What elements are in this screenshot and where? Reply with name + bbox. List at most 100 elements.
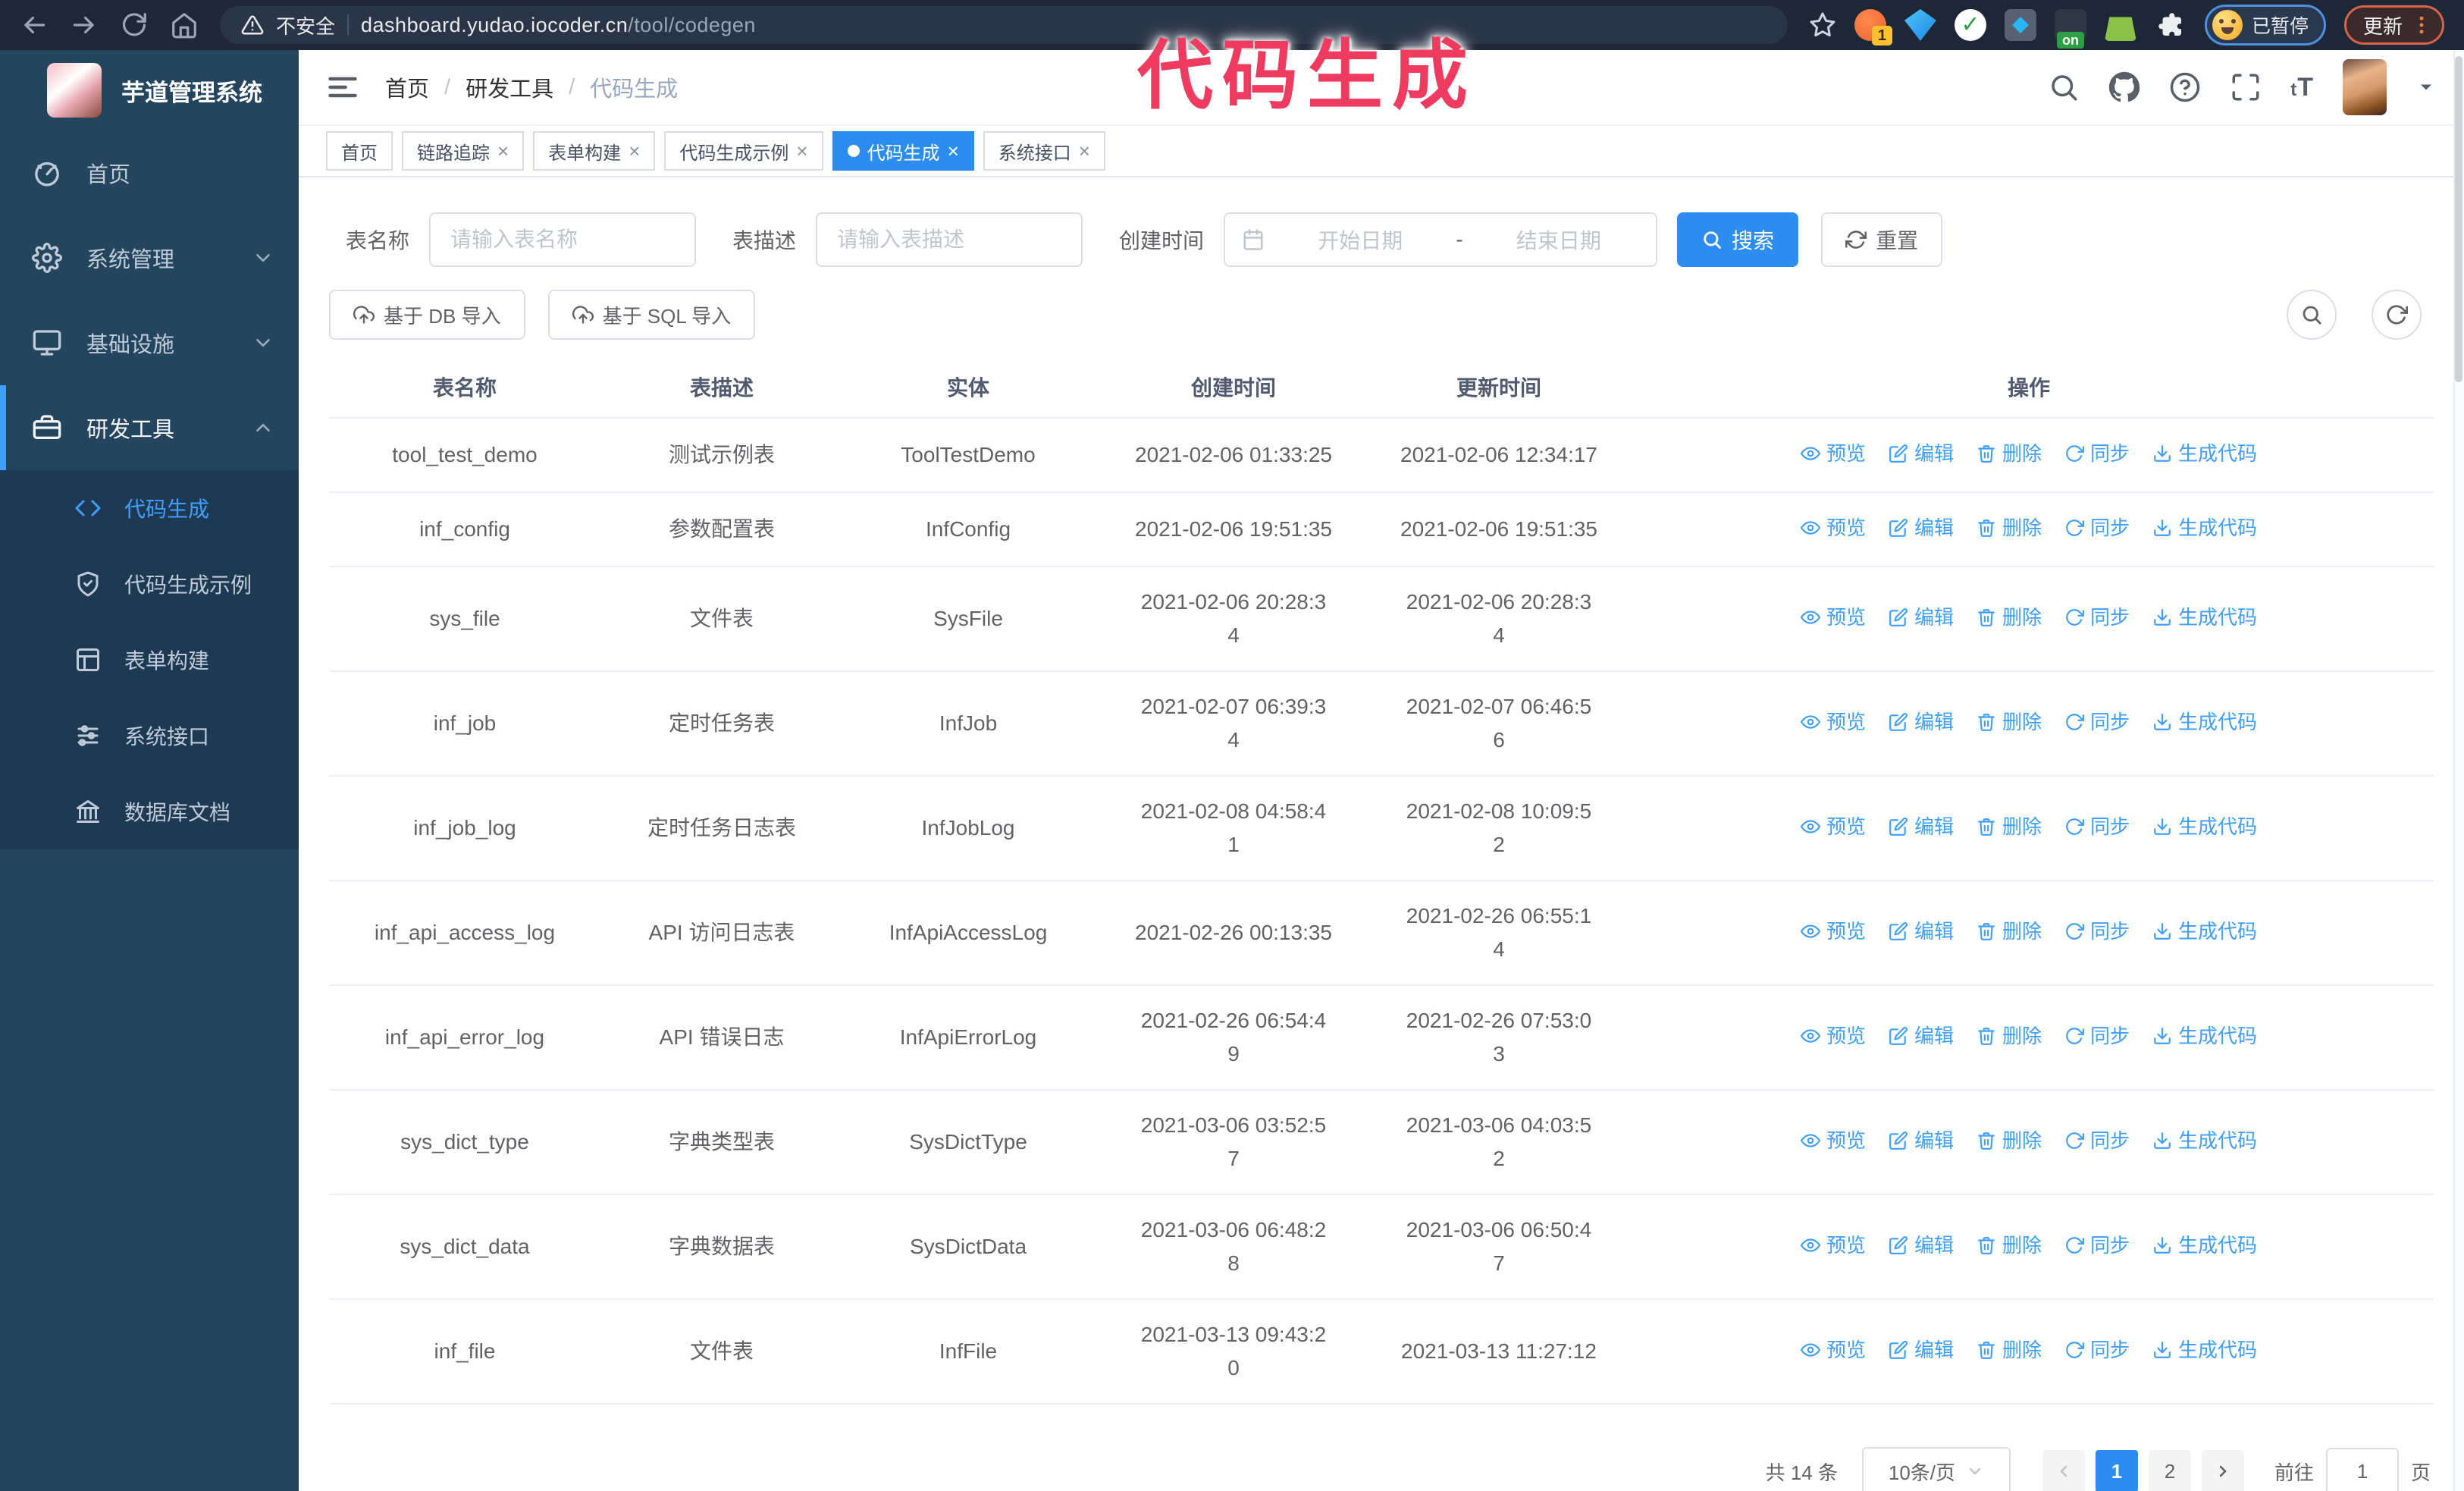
tag-view-2[interactable]: 链路追踪 ×	[402, 131, 525, 171]
tag-view-5[interactable]: 代码生成 ×	[832, 131, 974, 171]
action-sync-link[interactable]: 同步	[2064, 810, 2130, 843]
forward-icon[interactable]	[70, 11, 99, 39]
action-eye-link[interactable]: 预览	[1800, 601, 1866, 634]
action-delete-link[interactable]: 删除	[1977, 511, 2042, 545]
action-sync-link[interactable]: 同步	[2064, 705, 2130, 739]
page-number-1[interactable]: 1	[2095, 1450, 2138, 1491]
action-edit-link[interactable]: 编辑	[1889, 1019, 1954, 1053]
extension-icon-gem[interactable]	[1904, 9, 1936, 41]
import-db-button[interactable]: 基于 DB 导入	[329, 290, 525, 340]
home-icon[interactable]	[170, 11, 199, 39]
action-sync-link[interactable]: 同步	[2064, 1229, 2130, 1262]
action-edit-link[interactable]: 编辑	[1889, 1124, 1954, 1157]
action-eye-link[interactable]: 预览	[1800, 1333, 1866, 1367]
search-button[interactable]: 搜索	[1677, 212, 1799, 267]
action-eye-link[interactable]: 预览	[1800, 705, 1866, 739]
action-sync-link[interactable]: 同步	[2064, 1019, 2130, 1053]
table-desc-input[interactable]	[816, 212, 1083, 267]
user-avatar[interactable]	[2343, 59, 2387, 115]
sidebar-subitem-1[interactable]: 代码生成	[0, 470, 299, 546]
action-delete-link[interactable]: 删除	[1977, 915, 2042, 948]
security-warning[interactable]: 不安全	[276, 11, 335, 39]
action-edit-link[interactable]: 编辑	[1889, 810, 1954, 843]
action-generate-link[interactable]: 生成代码	[2152, 915, 2257, 948]
extension-icon-android[interactable]	[2104, 17, 2136, 41]
breadcrumb-item[interactable]: 首页	[385, 71, 429, 103]
browser-update-button[interactable]: 更新	[2343, 5, 2444, 45]
start-date-placeholder[interactable]: 开始日期	[1280, 224, 1440, 255]
action-delete-link[interactable]: 删除	[1977, 1124, 2042, 1157]
action-delete-link[interactable]: 删除	[1977, 437, 2042, 470]
goto-page-input[interactable]	[2325, 1448, 2399, 1491]
breadcrumb-item[interactable]: 研发工具	[466, 71, 553, 103]
action-edit-link[interactable]: 编辑	[1889, 601, 1954, 634]
sidebar-subitem-5[interactable]: 数据库文档	[0, 774, 299, 849]
action-delete-link[interactable]: 删除	[1977, 705, 2042, 739]
sidebar-item-3[interactable]: 基础设施	[0, 300, 299, 385]
toggle-search-button[interactable]	[2287, 290, 2337, 340]
action-eye-link[interactable]: 预览	[1800, 810, 1866, 843]
tag-view-3[interactable]: 表单构建 ×	[533, 131, 656, 171]
action-generate-link[interactable]: 生成代码	[2152, 1229, 2257, 1262]
action-eye-link[interactable]: 预览	[1800, 511, 1866, 545]
extension-icon-grid[interactable]	[2004, 9, 2036, 41]
reload-icon[interactable]	[120, 11, 149, 39]
reset-button[interactable]: 重置	[1821, 212, 1943, 267]
action-delete-link[interactable]: 删除	[1977, 1333, 2042, 1367]
sidebar-item-4[interactable]: 研发工具	[0, 385, 299, 470]
page-size-select[interactable]: 10条/页	[1861, 1447, 2011, 1491]
action-delete-link[interactable]: 删除	[1977, 810, 2042, 843]
close-icon[interactable]: ×	[796, 141, 807, 161]
action-generate-link[interactable]: 生成代码	[2152, 1124, 2257, 1157]
action-edit-link[interactable]: 编辑	[1889, 1333, 1954, 1367]
action-eye-link[interactable]: 预览	[1800, 1019, 1866, 1053]
action-generate-link[interactable]: 生成代码	[2152, 437, 2257, 470]
action-sync-link[interactable]: 同步	[2064, 1124, 2130, 1157]
tag-view-6[interactable]: 系统接口 ×	[983, 131, 1105, 171]
help-icon[interactable]	[2169, 71, 2201, 103]
font-size-icon[interactable]: tT	[2290, 73, 2314, 102]
back-icon[interactable]	[20, 11, 49, 39]
action-eye-link[interactable]: 预览	[1800, 1229, 1866, 1262]
tag-view-1[interactable]: 首页	[326, 131, 393, 171]
next-page-button[interactable]	[2201, 1450, 2244, 1491]
extensions-puzzle-icon[interactable]	[2155, 9, 2187, 41]
sidebar-subitem-4[interactable]: 系统接口	[0, 698, 299, 774]
browser-menu-dots-icon[interactable]	[2410, 14, 2433, 36]
action-edit-link[interactable]: 编辑	[1889, 437, 1954, 470]
sidebar-item-2[interactable]: 系统管理	[0, 215, 299, 300]
action-generate-link[interactable]: 生成代码	[2152, 705, 2257, 739]
action-sync-link[interactable]: 同步	[2064, 437, 2130, 470]
sidebar-subitem-3[interactable]: 表单构建	[0, 622, 299, 698]
action-generate-link[interactable]: 生成代码	[2152, 601, 2257, 634]
extension-icon-onoff[interactable]: on	[2054, 9, 2086, 49]
prev-page-button[interactable]	[2042, 1450, 2085, 1491]
action-generate-link[interactable]: 生成代码	[2152, 1333, 2257, 1367]
sidebar-item-1[interactable]: 首页	[0, 130, 299, 215]
bookmark-star-icon[interactable]	[1809, 11, 1836, 39]
action-eye-link[interactable]: 预览	[1800, 1124, 1866, 1157]
action-generate-link[interactable]: 生成代码	[2152, 1019, 2257, 1053]
action-generate-link[interactable]: 生成代码	[2152, 810, 2257, 843]
page-number-2[interactable]: 2	[2148, 1450, 2191, 1491]
extension-icon-orange[interactable]: 1	[1854, 9, 1892, 46]
action-sync-link[interactable]: 同步	[2064, 511, 2130, 545]
action-delete-link[interactable]: 删除	[1977, 1019, 2042, 1053]
action-delete-link[interactable]: 删除	[1977, 1229, 2042, 1262]
avatar-caret-down-icon[interactable]	[2415, 77, 2437, 98]
action-eye-link[interactable]: 预览	[1800, 437, 1866, 470]
action-sync-link[interactable]: 同步	[2064, 1333, 2130, 1367]
action-generate-link[interactable]: 生成代码	[2152, 511, 2257, 545]
create-time-range-picker[interactable]: 开始日期 - 结束日期	[1224, 212, 1658, 267]
close-icon[interactable]: ×	[497, 141, 509, 161]
browser-profile-button[interactable]: 已暂停	[2204, 5, 2326, 46]
extension-icon-check[interactable]	[1954, 9, 1986, 41]
address-bar[interactable]: 不安全 dashboard.yudao.iocoder.cn/tool/code…	[220, 6, 1788, 44]
table-name-input[interactable]	[429, 212, 697, 267]
action-sync-link[interactable]: 同步	[2064, 601, 2130, 634]
scrollbar-track[interactable]	[2453, 50, 2464, 1491]
import-sql-button[interactable]: 基于 SQL 导入	[547, 290, 756, 340]
action-delete-link[interactable]: 删除	[1977, 601, 2042, 634]
close-icon[interactable]: ×	[948, 141, 959, 161]
github-icon[interactable]	[2108, 71, 2140, 103]
